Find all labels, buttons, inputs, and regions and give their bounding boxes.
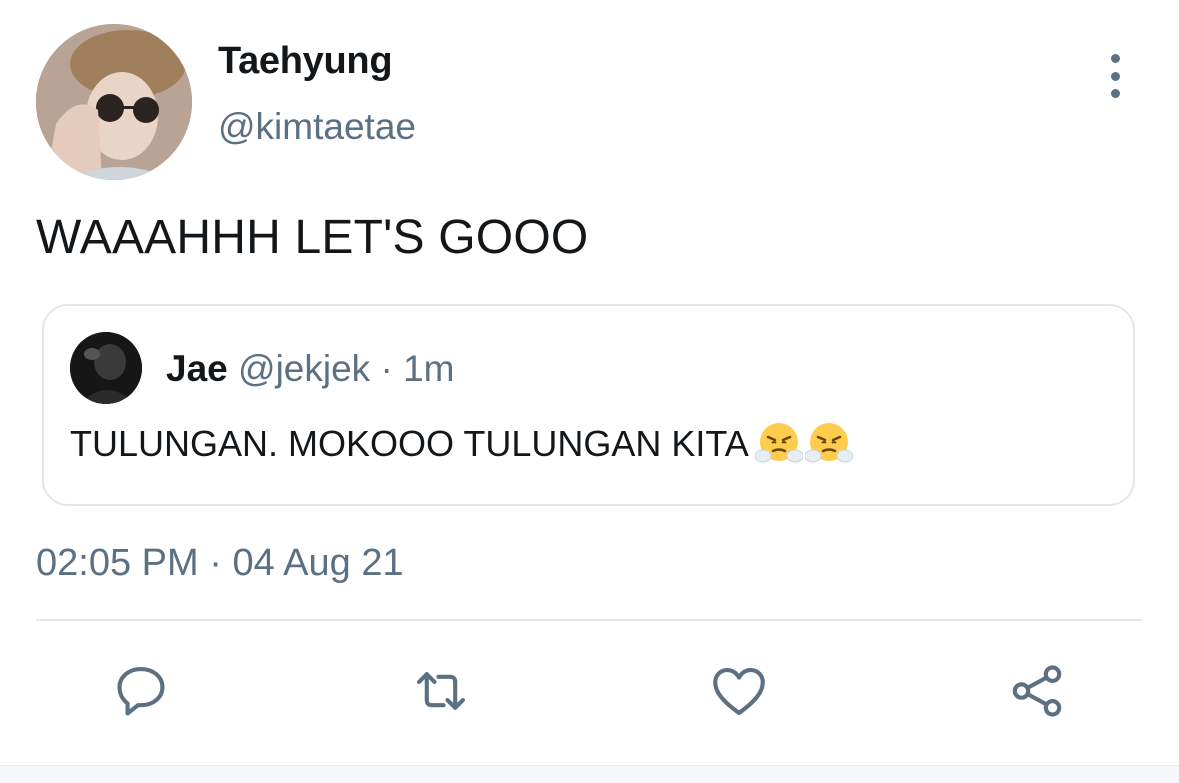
quoted-handle: @jekjek [238,348,371,389]
tweet-card: Taehyung @kimtaetae WAAAHHH LET'S GOOO J… [0,0,1179,783]
more-dot [1110,89,1120,98]
heart-icon [713,668,765,716]
more-options-icon[interactable] [1098,54,1132,98]
divider [36,619,1142,621]
quoted-tweet[interactable]: Jae @jekjek · 1m TULUNGAN. MOKOOO TULUNG… [42,304,1135,506]
quoted-separator: · [380,348,393,389]
like-button[interactable] [704,656,774,726]
tweet-date: 04 Aug 21 [232,542,404,584]
action-bar [0,656,1179,726]
retweet-button[interactable] [406,656,476,726]
more-dot [1110,54,1120,63]
quoted-time: 1m [403,348,455,389]
quoted-text-row: TULUNGAN. MOKOOO TULUNGAN KITA [70,420,853,468]
tweet-timestamp[interactable]: 02:05 PM · 04 Aug 21 [36,542,404,585]
author-avatar[interactable] [36,24,192,180]
quoted-display-name: Jae [166,348,228,389]
more-dot [1110,71,1120,81]
author-display-name[interactable]: Taehyung [218,40,393,83]
face-with-steam-emoji [754,420,803,468]
quoted-text: TULUNGAN. MOKOOO TULUNGAN KITA [70,423,749,464]
bottom-strip [0,765,1179,783]
author-handle[interactable]: @kimtaetae [218,106,416,148]
reply-button[interactable] [106,656,176,726]
tweet-text: WAAAHHH LET'S GOOO [36,211,589,264]
tweet-time: 02:05 PM [36,542,199,584]
reply-icon [117,666,165,716]
timestamp-separator: · [209,542,222,584]
quoted-author-photo [70,332,142,404]
quoted-author-avatar [70,332,142,404]
quoted-header: Jae @jekjek · 1m [166,348,454,390]
face-with-steam-emoji [804,420,853,468]
retweet-icon [416,672,466,710]
author-photo [36,24,192,180]
share-button[interactable] [1002,656,1072,726]
share-icon [1012,665,1062,717]
